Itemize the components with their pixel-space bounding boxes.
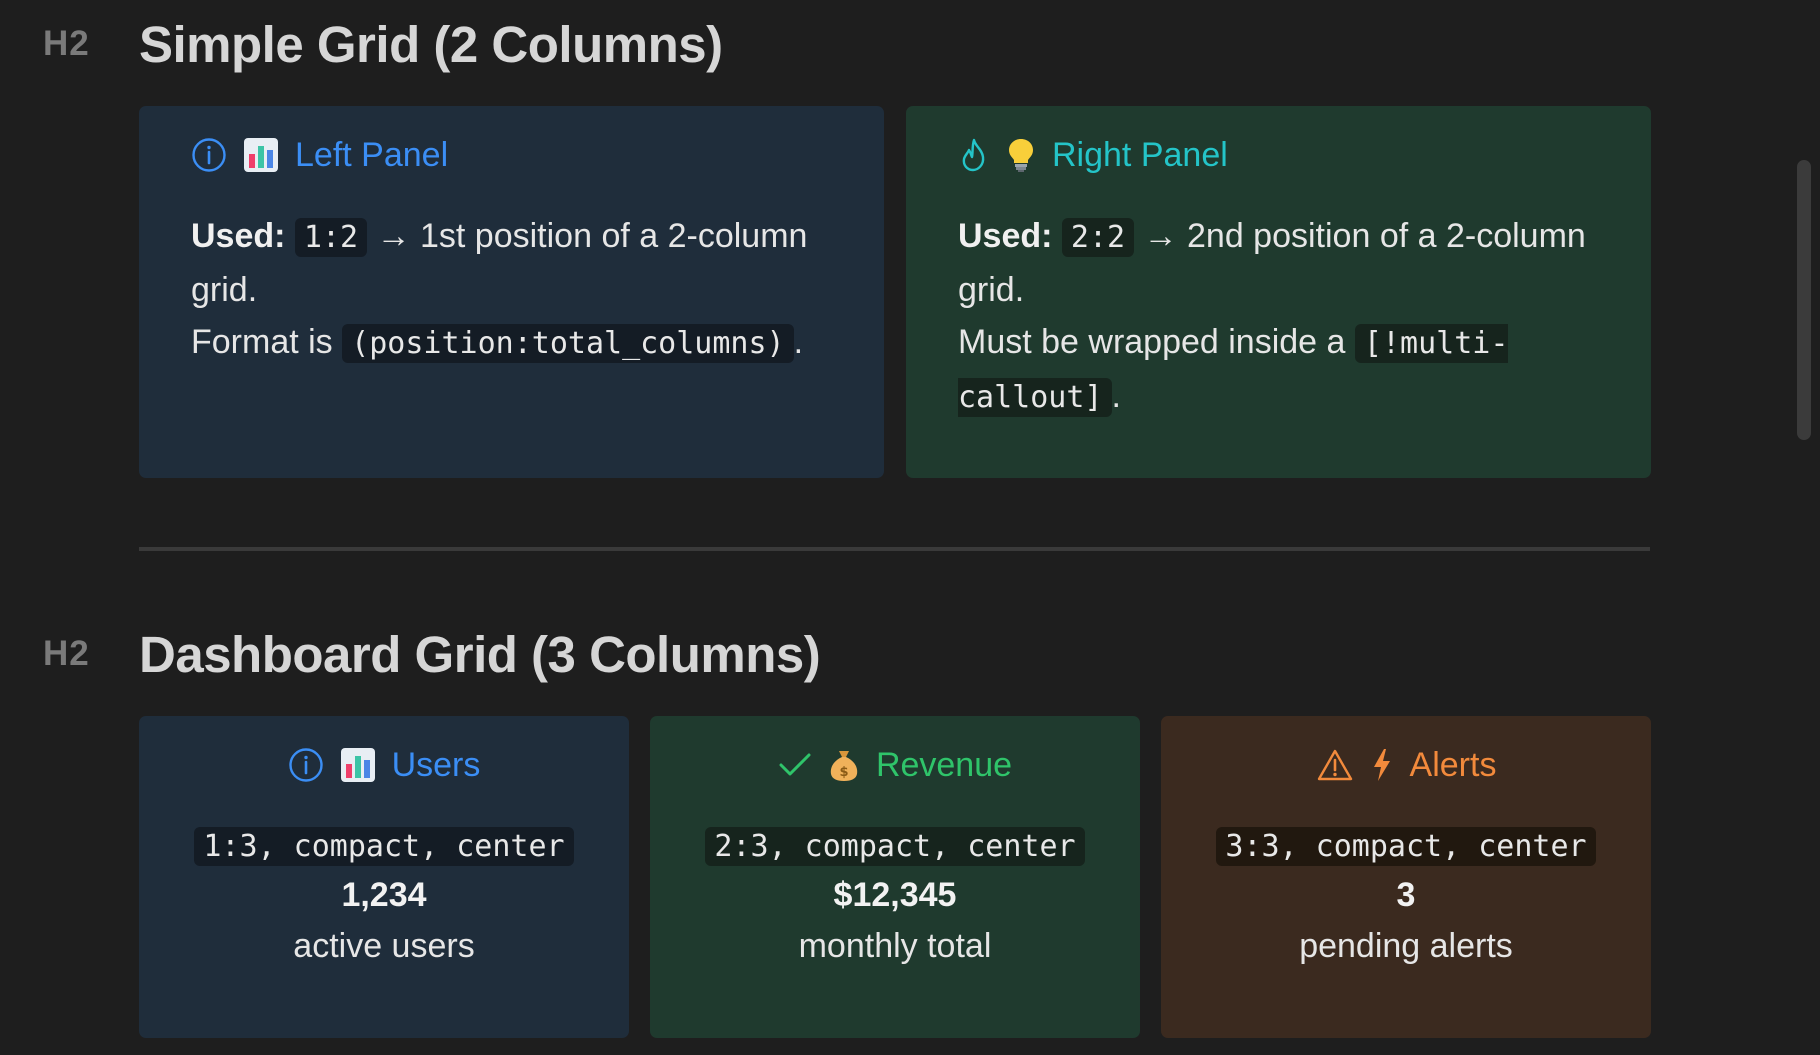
stat-value: 1,234 bbox=[341, 876, 427, 914]
svg-text:$: $ bbox=[839, 765, 848, 780]
info-icon bbox=[288, 747, 324, 783]
page-title: Simple Grid (2 Columns) bbox=[139, 15, 723, 73]
vertical-scrollbar[interactable] bbox=[1797, 160, 1811, 440]
format-text: Format is bbox=[191, 323, 333, 361]
card-config-code: 3:3, compact, center bbox=[1216, 827, 1596, 866]
info-icon bbox=[191, 137, 227, 173]
right-panel-title-label: Right Panel bbox=[1052, 135, 1228, 174]
revenue-card: $ Revenue 2:3, compact, center $12,345 m… bbox=[650, 716, 1140, 1038]
position-code: 2:2 bbox=[1061, 218, 1135, 257]
lightbulb-emoji bbox=[1006, 137, 1036, 173]
lightning-icon bbox=[1370, 747, 1394, 783]
revenue-card-title-label: Revenue bbox=[875, 745, 1013, 784]
alerts-card-title: Alerts bbox=[1161, 742, 1651, 788]
horizontal-rule bbox=[139, 547, 1650, 551]
revenue-card-body: 2:3, compact, center $12,345 monthly tot… bbox=[650, 824, 1140, 972]
users-card: Users 1:3, compact, center 1,234 active … bbox=[139, 716, 629, 1038]
stat-label: active users bbox=[293, 927, 475, 965]
bar-chart-emoji bbox=[243, 137, 279, 173]
stat-label: monthly total bbox=[798, 927, 992, 965]
left-panel-callout: Left Panel Used: 1:2 → 1st position of a… bbox=[139, 106, 884, 478]
heading-level-badge: H2 bbox=[43, 24, 90, 63]
heading-level-badge: H2 bbox=[43, 634, 90, 673]
format-end: . bbox=[793, 323, 804, 361]
stat-value: $12,345 bbox=[833, 876, 957, 914]
alerts-card-body: 3:3, compact, center 3 pending alerts bbox=[1161, 824, 1651, 972]
right-panel-title: Right Panel bbox=[958, 132, 1599, 178]
bar-chart-emoji bbox=[340, 747, 376, 783]
section-title: Dashboard Grid (3 Columns) bbox=[139, 625, 821, 683]
check-icon bbox=[778, 750, 812, 780]
used-label: Used: bbox=[958, 217, 1053, 255]
warning-icon bbox=[1316, 748, 1354, 782]
right-panel-callout: Right Panel Used: 2:2 → 2nd position of … bbox=[906, 106, 1651, 478]
format-code: (position:total_columns) bbox=[342, 324, 794, 363]
wrap-end: . bbox=[1111, 377, 1121, 415]
flame-icon bbox=[958, 137, 990, 173]
card-config-code: 1:3, compact, center bbox=[194, 827, 574, 866]
section-heading-simple-grid: H2 Simple Grid (2 Columns) bbox=[0, 14, 1820, 74]
users-card-title-label: Users bbox=[391, 745, 481, 784]
stat-value: 3 bbox=[1396, 876, 1416, 914]
used-label: Used: bbox=[191, 217, 286, 255]
card-config-code: 2:3, compact, center bbox=[705, 827, 1085, 866]
revenue-card-title: $ Revenue bbox=[650, 742, 1140, 788]
position-code: 1:2 bbox=[294, 218, 368, 257]
right-panel-body: Used: 2:2 → 2nd position of a 2-column g… bbox=[958, 210, 1599, 424]
users-card-title: Users bbox=[139, 742, 629, 788]
section-heading-dashboard-grid: H2 Dashboard Grid (3 Columns) bbox=[0, 624, 1820, 684]
wrap-text: Must be wrapped inside a bbox=[958, 323, 1346, 361]
left-panel-title: Left Panel bbox=[191, 132, 832, 178]
users-card-body: 1:3, compact, center 1,234 active users bbox=[139, 824, 629, 972]
position-description: → 2nd position of a 2-column grid. bbox=[958, 217, 1586, 309]
alerts-card-title-label: Alerts bbox=[1409, 745, 1497, 784]
alerts-card: Alerts 3:3, compact, center 3 pending al… bbox=[1161, 716, 1651, 1038]
left-panel-body: Used: 1:2 → 1st position of a 2-column g… bbox=[191, 210, 832, 370]
left-panel-title-label: Left Panel bbox=[295, 135, 449, 174]
money-bag-emoji: $ bbox=[828, 747, 860, 783]
stat-label: pending alerts bbox=[1299, 927, 1513, 965]
